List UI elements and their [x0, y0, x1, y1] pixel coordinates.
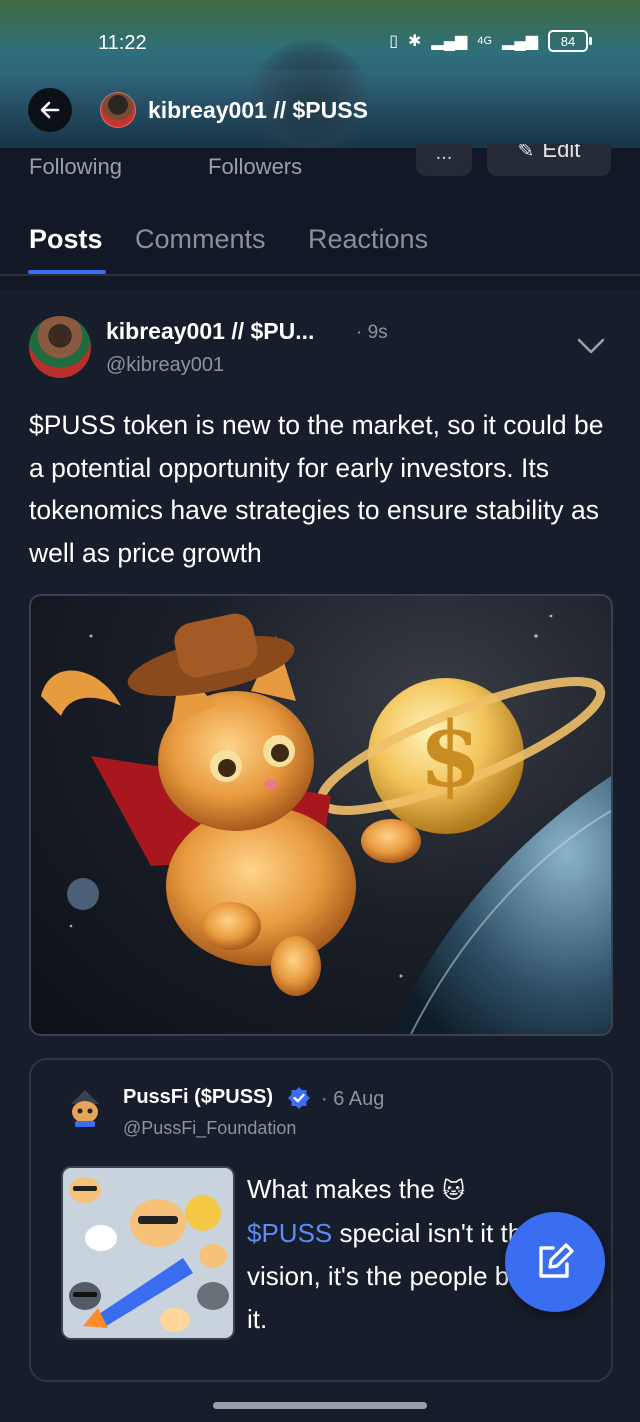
post-image[interactable]: $	[29, 594, 613, 1036]
quoted-author[interactable]: PussFi ($PUSS)	[123, 1086, 273, 1109]
header-avatar	[100, 92, 136, 128]
quoted-handle: @PussFi_Foundation	[123, 1118, 297, 1138]
verified-badge-icon	[288, 1087, 310, 1109]
cat-stickers-illustration	[69, 1177, 229, 1332]
followers-link[interactable]: Followers	[208, 154, 302, 180]
space-cat-illustration: $	[41, 613, 611, 1034]
compose-icon	[539, 1243, 574, 1278]
tab-reactions[interactable]: Reactions	[308, 224, 428, 255]
post-author[interactable]: kibreay001 // $PU...	[106, 318, 314, 345]
vibrate-icon: ▯	[389, 33, 398, 50]
bluetooth-icon: ✱	[408, 33, 422, 50]
following-link[interactable]: Following	[29, 154, 122, 180]
signal-icon: ▂▄▆	[431, 33, 468, 50]
back-button[interactable]	[28, 88, 72, 132]
home-indicator[interactable]	[213, 1402, 427, 1409]
cat-emoji-icon: 🐱	[442, 1178, 466, 1203]
post-handle: @kibreay001	[106, 354, 225, 376]
compose-button[interactable]	[505, 1212, 605, 1312]
tab-posts[interactable]: Posts	[29, 224, 103, 255]
tab-comments[interactable]: Comments	[135, 224, 266, 255]
active-tab-indicator	[28, 270, 106, 274]
battery-icon: 84	[548, 30, 592, 52]
post-body: $PUSS token is new to the market, so it …	[29, 410, 604, 568]
follow-counts-row: Following Followers ... ✎ Edit	[0, 143, 640, 194]
edit-label: Edit	[542, 144, 581, 162]
network-type: 4G	[477, 35, 493, 47]
battery-level: 84	[560, 33, 576, 49]
status-bar: 11:22 ▯ ✱ ▂▄▆ 4G ▂▄▆ 84	[0, 28, 640, 60]
pussfi-avatar	[71, 1090, 99, 1127]
profile-tabs: Posts Comments Reactions	[0, 212, 640, 276]
arrow-left-icon	[40, 101, 60, 119]
svg-text:$: $	[419, 702, 482, 808]
top-nav: kibreay001 // $PUSS	[28, 88, 368, 132]
quoted-date: · 6 Aug	[321, 1088, 385, 1110]
quoted-thumbnail[interactable]	[61, 1166, 235, 1340]
pencil-icon: ✎	[517, 144, 535, 162]
quoted-text-pre: What makes the	[247, 1174, 443, 1204]
more-label: ...	[435, 142, 453, 164]
chevron-down-icon[interactable]	[576, 336, 606, 356]
signal-icon-2: ▂▄▆	[502, 33, 538, 50]
edit-profile-button[interactable]: ✎ Edit	[487, 144, 611, 176]
profile-cover-header: 11:22 ▯ ✱ ▂▄▆ 4G ▂▄▆ 84 kibreay001 // $P…	[0, 0, 640, 148]
status-icons: ▯ ✱ ▂▄▆ 4G ▂▄▆ 84	[389, 30, 592, 52]
more-options-button[interactable]: ...	[416, 142, 472, 176]
status-time: 11:22	[98, 32, 147, 54]
post-avatar[interactable]	[29, 316, 91, 378]
post-timestamp: · 9s	[356, 322, 388, 343]
header-title: kibreay001 // $PUSS	[148, 96, 368, 123]
cashtag-link[interactable]: $PUSS	[247, 1218, 332, 1248]
